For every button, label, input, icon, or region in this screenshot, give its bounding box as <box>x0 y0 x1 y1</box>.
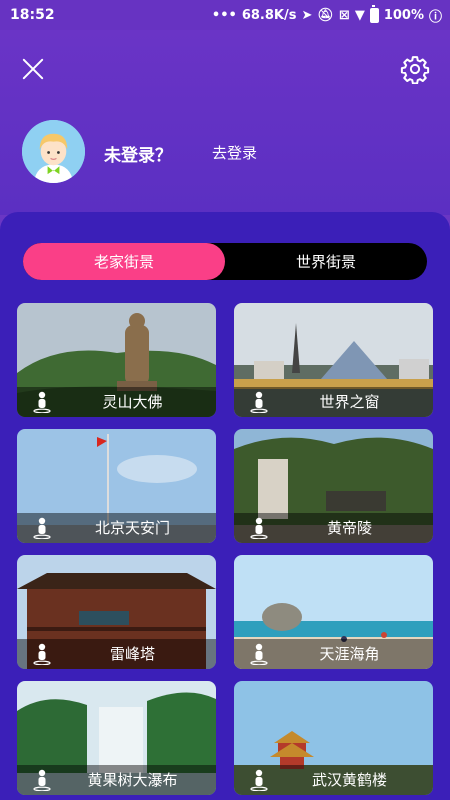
place-label: 灵山大佛 <box>102 393 163 411</box>
close-icon[interactable] <box>20 56 46 82</box>
battery-level: 100% <box>383 7 424 23</box>
gear-icon[interactable] <box>400 54 430 84</box>
streetview-pegman-icon <box>250 643 268 665</box>
place-card-tianya-haijiao[interactable]: 天涯海角 <box>234 555 433 669</box>
place-label: 雷峰塔 <box>109 645 155 663</box>
location-icon: ➤ <box>301 7 313 23</box>
tab-world-streetview[interactable]: 世界街景 <box>225 243 427 280</box>
place-label: 天涯海角 <box>319 645 380 663</box>
place-card-huangdi-mausoleum[interactable]: 黄帝陵 <box>234 429 433 543</box>
network-speed: 68.8K/s <box>241 7 297 23</box>
place-card-huangguoshu-waterfall[interactable]: 黄果树大瀑布 <box>17 681 216 795</box>
sim-off-icon: ⊠ <box>338 7 350 23</box>
battery-icon <box>369 4 379 23</box>
wifi-icon: ▼ <box>354 7 365 23</box>
streetview-pegman-icon <box>33 391 51 413</box>
status-icons: ••• 68.8K/s ➤ 🔕︎ ⊠ ▼ 100% ⓘ <box>211 4 442 25</box>
tab-hometown-streetview[interactable]: 老家街景 <box>23 243 225 280</box>
place-card-window-of-world[interactable]: 世界之窗 <box>234 303 433 417</box>
place-label: 世界之窗 <box>319 393 380 411</box>
status-time: 18:52 <box>10 7 55 23</box>
mute-icon: 🔕︎ <box>317 7 334 23</box>
charging-icon: ⓘ <box>428 9 442 25</box>
content-panel: 老家街景 世界街景 灵山大佛 世界之窗 北京天安门 黄帝陵 雷峰塔 天涯海角 黄… <box>0 212 450 800</box>
streetview-pegman-icon <box>33 769 51 791</box>
place-card-leifeng-pagoda[interactable]: 雷峰塔 <box>17 555 216 669</box>
status-bar: 18:52 ••• 68.8K/s ➤ 🔕︎ ⊠ ▼ 100% ⓘ <box>0 0 450 30</box>
streetview-pegman-icon <box>33 517 51 539</box>
place-label: 黄果树大瀑布 <box>87 771 178 789</box>
place-card-yellow-crane-tower[interactable]: 武汉黄鹤楼 <box>234 681 433 795</box>
streetview-pegman-icon <box>250 517 268 539</box>
profile-header: 未登录？ 去登录 <box>0 30 450 215</box>
login-link[interactable]: 去登录 <box>212 142 257 163</box>
tab-bar: 老家街景 世界街景 <box>23 243 427 280</box>
place-card-tiananmen[interactable]: 北京天安门 <box>17 429 216 543</box>
avatar-illustration <box>22 120 85 183</box>
place-grid: 灵山大佛 世界之窗 北京天安门 黄帝陵 雷峰塔 天涯海角 黄果树大瀑布 武汉黄鹤… <box>17 303 433 795</box>
place-label: 黄帝陵 <box>326 519 372 537</box>
login-status: 未登录？ <box>104 146 172 166</box>
streetview-pegman-icon <box>250 391 268 413</box>
avatar[interactable] <box>22 120 85 183</box>
more-dots-icon: ••• <box>211 7 237 23</box>
place-label: 武汉黄鹤楼 <box>311 771 387 789</box>
place-label: 北京天安门 <box>94 519 170 537</box>
streetview-pegman-icon <box>250 769 268 791</box>
streetview-pegman-icon <box>33 643 51 665</box>
place-card-lingshan[interactable]: 灵山大佛 <box>17 303 216 417</box>
